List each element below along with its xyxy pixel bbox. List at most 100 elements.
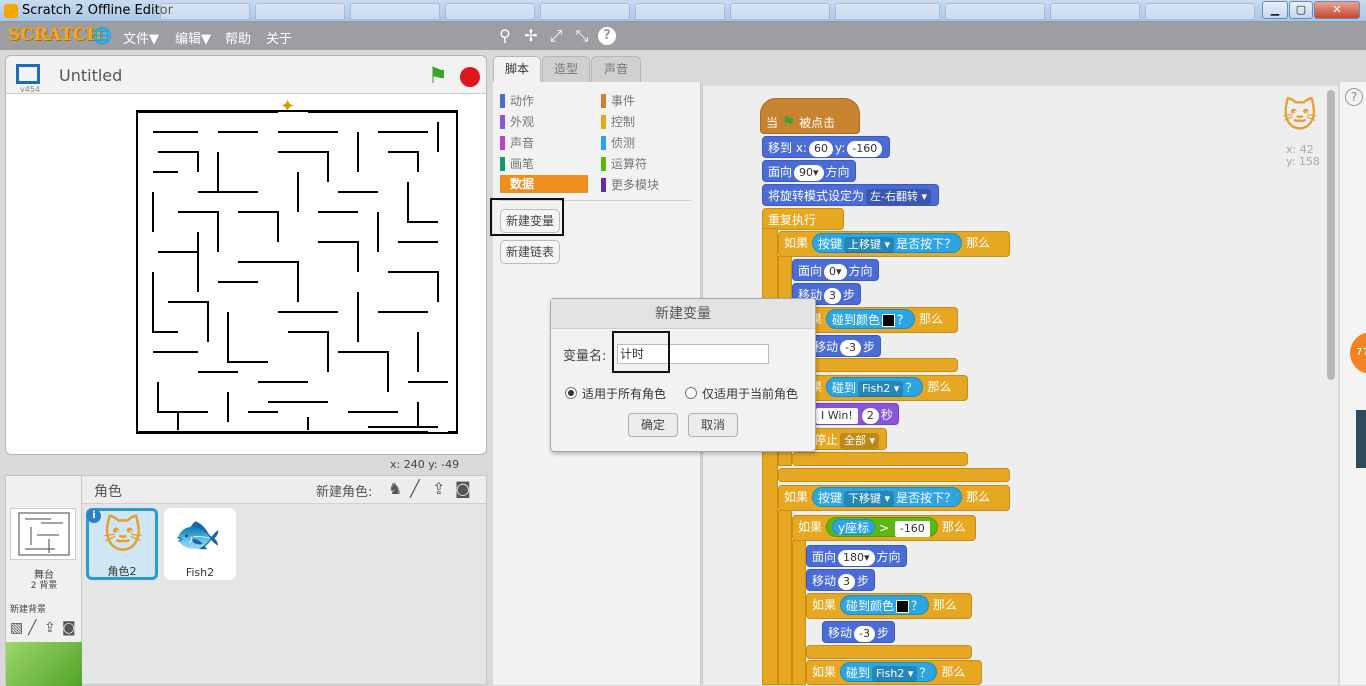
- category-looks[interactable]: 外观: [500, 113, 588, 131]
- green-flag-icon[interactable]: ⚑: [428, 64, 448, 89]
- point-direction-block[interactable]: 面向 0▾ 方向: [792, 259, 879, 281]
- stage-backdrop-count: 2 背景: [30, 581, 58, 591]
- menu-edit[interactable]: 编辑▼: [175, 28, 211, 47]
- scratch-logo[interactable]: SCRATCH: [8, 25, 102, 45]
- radio-all-sprites[interactable]: [565, 387, 577, 399]
- if-block[interactable]: 如果 按键 上移键 ▾ 是否按下？ 那么: [778, 231, 1010, 257]
- sprite-name: Fish2: [185, 566, 215, 579]
- if-touching-sprite-block[interactable]: 如果碰到Fish2 ▾？那么: [792, 375, 968, 401]
- background-tab[interactable]: [1050, 3, 1140, 20]
- maze-walls: [138, 111, 456, 433]
- shrink-icon[interactable]: ⤡: [572, 26, 592, 46]
- if-touching-color-block[interactable]: 如果碰到颜色？那么: [792, 307, 958, 333]
- say-for-secs-block[interactable]: I Win! 2 秒: [808, 403, 899, 425]
- category-more-blocks[interactable]: 更多模块: [601, 176, 689, 194]
- block-help-icon[interactable]: ?: [598, 27, 616, 45]
- background-tab[interactable]: [730, 3, 830, 20]
- ok-button[interactable]: 确定: [628, 413, 678, 437]
- when-flag-clicked-block[interactable]: 当 ⚑ 被点击: [760, 98, 860, 134]
- background-tab[interactable]: [835, 3, 940, 20]
- menu-about[interactable]: 关于: [266, 28, 292, 47]
- new-sprite-label: 新建角色:: [316, 485, 373, 500]
- if-touching-color-block[interactable]: 如果碰到颜色？那么: [806, 593, 972, 619]
- script-scrollbar[interactable]: [1327, 90, 1335, 380]
- info-icon[interactable]: i: [87, 509, 101, 523]
- option-this-sprite-label[interactable]: 仅适用于当前角色: [702, 385, 798, 402]
- menu-bar: SCRATCH 🌐 文件▼ 编辑▼ 帮助 关于 ⚲ ✢ ⤢ ⤡ ?: [0, 22, 1366, 50]
- menu-help[interactable]: 帮助: [225, 28, 251, 47]
- make-variable-button[interactable]: 新建变量: [500, 209, 560, 233]
- background-tab[interactable]: [635, 3, 725, 20]
- category-events[interactable]: 事件: [601, 92, 689, 110]
- sprite-library-icon[interactable]: ♞: [388, 479, 402, 498]
- tab-scripts[interactable]: 脚本: [493, 56, 541, 82]
- background-tab[interactable]: [160, 3, 250, 20]
- camera-sprite-icon[interactable]: ◙: [455, 479, 471, 498]
- stage-column: 舞台 2 背景 新建背景 ▧ ╱ ⇪ ◙: [6, 476, 82, 686]
- background-tab[interactable]: [255, 3, 345, 20]
- category-data[interactable]: 数据: [500, 175, 588, 193]
- stop-block[interactable]: 停止 全部 ▾: [808, 428, 888, 450]
- green-flag-icon: ⚑: [781, 113, 796, 131]
- background-tab[interactable]: [350, 3, 440, 20]
- upload-icon[interactable]: ⇪: [44, 620, 56, 636]
- if-arm: [792, 540, 806, 685]
- tab-sounds[interactable]: 声音: [591, 56, 641, 82]
- rotation-style-block[interactable]: 将旋转模式设定为 左-右翻转 ▾: [762, 184, 940, 206]
- stop-icon[interactable]: [460, 67, 480, 87]
- category-sensing[interactable]: 侦测: [601, 134, 689, 152]
- move-steps-block[interactable]: 移动 -3 步: [822, 621, 895, 643]
- category-control[interactable]: 控制: [601, 113, 689, 131]
- category-sound[interactable]: 声音: [500, 134, 588, 152]
- cancel-button[interactable]: 取消: [688, 413, 738, 437]
- goto-xy-block[interactable]: 移到 x: 60 y: -160: [762, 136, 891, 158]
- if-end: [792, 358, 958, 372]
- background-tab[interactable]: [445, 3, 535, 20]
- maze-thumbnail-icon: [18, 512, 70, 556]
- sprite-tile-fish[interactable]: 🐟 Fish2: [164, 508, 236, 580]
- if-touching-sprite-block[interactable]: 如果碰到Fish2 ▾？那么: [806, 660, 982, 685]
- option-all-sprites-label[interactable]: 适用于所有角色: [582, 385, 666, 402]
- move-steps-block[interactable]: 移动 -3 步: [808, 335, 881, 357]
- paint-backdrop-icon[interactable]: ▧: [10, 620, 23, 636]
- window-title: Scratch 2 Offline Editor: [22, 3, 173, 18]
- highlight-box: [612, 331, 670, 373]
- move-steps-block[interactable]: 移动 3 步: [806, 569, 876, 591]
- maximize-button[interactable]: ▢: [1289, 1, 1313, 19]
- menu-file[interactable]: 文件▼: [123, 28, 159, 47]
- project-title[interactable]: Untitled: [59, 66, 122, 85]
- background-tab[interactable]: [1145, 3, 1255, 20]
- point-direction-block[interactable]: 面向 90▾ 方向: [762, 160, 856, 182]
- duplicate-icon[interactable]: ⚲: [495, 26, 515, 46]
- category-motion[interactable]: 动作: [500, 92, 588, 110]
- stage-panel: v454 Untitled ⚑ ✦: [5, 55, 487, 455]
- paint-sprite-icon[interactable]: ╱: [410, 479, 420, 498]
- fish-sprite-icon: 🐟: [174, 512, 222, 556]
- tab-costumes[interactable]: 造型: [542, 56, 590, 82]
- stage-thumbnail[interactable]: [10, 508, 76, 560]
- sprites-header: 角色 新建角色: ♞ ╱ ⇪ ◙: [82, 476, 486, 504]
- presentation-mode-icon[interactable]: [16, 64, 40, 84]
- upload-sprite-icon[interactable]: ⇪: [432, 479, 445, 498]
- make-list-button[interactable]: 新建链表: [500, 240, 560, 264]
- radio-this-sprite[interactable]: [685, 387, 697, 399]
- point-direction-block[interactable]: 面向 180▾ 方向: [806, 545, 907, 567]
- delete-icon[interactable]: ✢: [521, 26, 541, 46]
- brush-icon[interactable]: ╱: [28, 620, 36, 636]
- close-button[interactable]: ✕: [1314, 1, 1360, 19]
- grow-icon[interactable]: ⤢: [546, 26, 566, 46]
- background-tab[interactable]: [945, 3, 1045, 20]
- category-operators[interactable]: 运算符: [601, 155, 689, 173]
- variable-name-label: 变量名:: [563, 349, 607, 364]
- right-edge-panel: [1340, 82, 1366, 685]
- minimize-button[interactable]: ▁: [1262, 1, 1288, 19]
- forever-block[interactable]: 重复执行: [762, 208, 844, 230]
- if-y-greater-block[interactable]: 如果 y座标 > -160 那么: [792, 515, 976, 541]
- if-block[interactable]: 如果 按键 下移键 ▾ 是否按下？ 那么: [778, 485, 1010, 511]
- help-icon[interactable]: ?: [1345, 88, 1363, 106]
- sprite-tile-cat[interactable]: i 🐱 角色2: [86, 508, 158, 580]
- category-pen[interactable]: 画笔: [500, 155, 588, 173]
- camera-icon[interactable]: ◙: [62, 620, 76, 636]
- background-tab[interactable]: [540, 3, 630, 20]
- globe-icon[interactable]: 🌐: [92, 26, 112, 45]
